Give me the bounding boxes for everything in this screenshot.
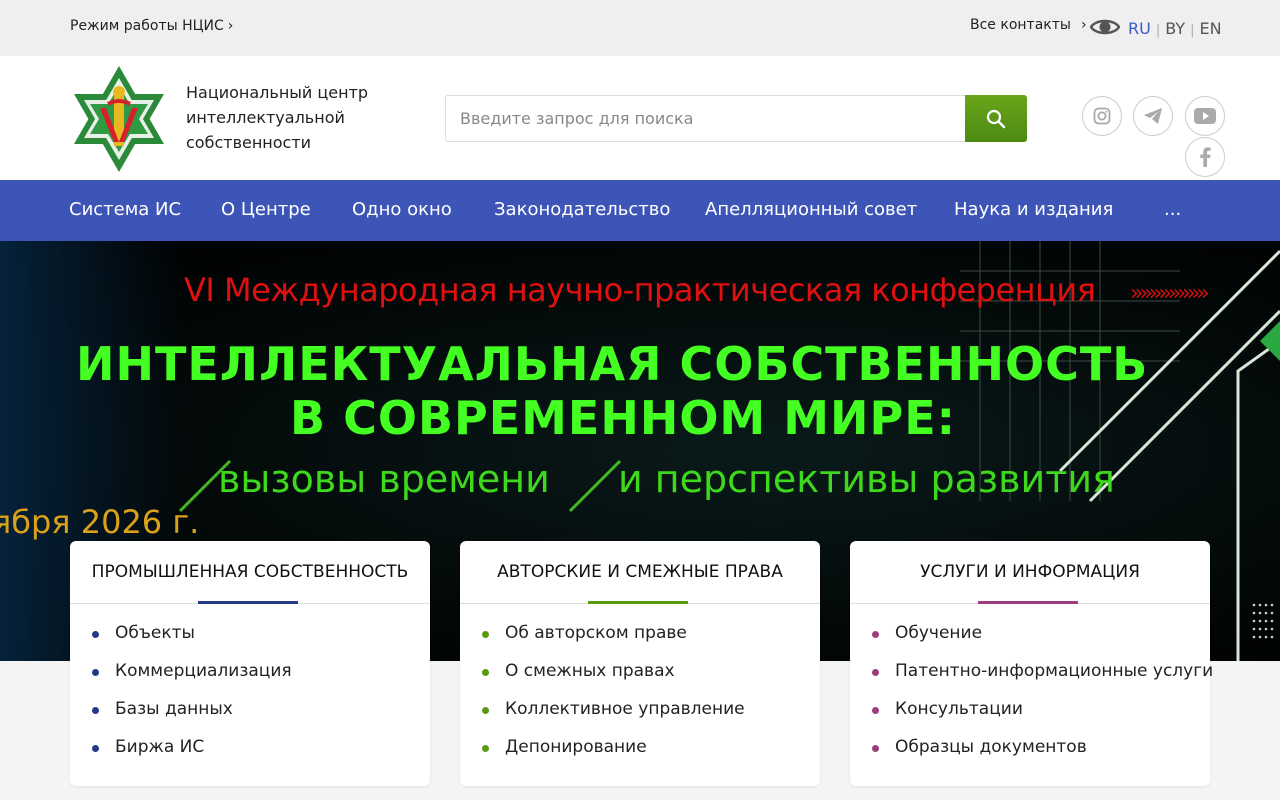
org-name: Национальный центр интеллектуальной собс…	[186, 80, 386, 155]
work-hours-link[interactable]: Режим работы НЦИС ›	[70, 18, 233, 34]
top-bar: Режим работы НЦИС › Все контакты › RU | BY | E…	[0, 0, 1280, 56]
language-switcher: RU | BY | EN	[1128, 19, 1222, 38]
banner-conference: VI Международная научно-практическая кон…	[184, 271, 1096, 309]
org-name-line: Национальный центр	[186, 83, 369, 102]
search-button[interactable]	[965, 95, 1027, 142]
banner-title-line2: В СОВРЕМЕННОМ МИРЕ:	[290, 391, 957, 445]
lang-by[interactable]: BY	[1165, 19, 1185, 38]
search-input[interactable]	[446, 96, 966, 141]
list-item-label: Образцы документов	[895, 737, 1087, 757]
chevron-right-icon: ›	[227, 18, 234, 34]
banner-dots	[1252, 603, 1274, 639]
bullet-dot	[482, 669, 489, 676]
bullet-dot	[482, 631, 489, 638]
bullet-dot	[92, 745, 99, 752]
bullet-dot	[482, 745, 489, 752]
org-name-line: собственности	[186, 133, 312, 152]
all-contacts-label: Все контакты	[970, 17, 1071, 33]
list-item-label: Объекты	[115, 623, 195, 643]
list-item[interactable]: О смежных правах	[460, 661, 745, 699]
nav-item-legislation[interactable]: Законодательство	[494, 199, 670, 220]
banner-date: ября 2026 г.	[0, 503, 200, 541]
list-item-label: Депонирование	[505, 737, 647, 757]
lang-separator: |	[1155, 23, 1161, 38]
youtube-icon	[1194, 108, 1216, 124]
list-item[interactable]: Об авторском праве	[460, 623, 745, 661]
card-title: АВТОРСКИЕ И СМЕЖНЫЕ ПРАВА	[497, 562, 783, 582]
list-item[interactable]: Депонирование	[460, 737, 745, 775]
search-icon	[986, 109, 1006, 128]
list-item-label: Консультации	[895, 699, 1023, 719]
list-item[interactable]: Патентно-информационные услуги	[850, 661, 1213, 699]
list-item[interactable]: Обучение	[850, 623, 1213, 661]
card-accent-bar	[978, 601, 1078, 604]
bullet-dot	[872, 707, 879, 714]
card-header: ПРОМЫШЛЕННАЯ СОБСТВЕННОСТЬ	[70, 541, 430, 604]
list-item[interactable]: Базы данных	[70, 699, 292, 737]
eye-icon[interactable]	[1089, 16, 1121, 38]
bullet-dot	[92, 707, 99, 714]
list-item-label: Патентно-информационные услуги	[895, 661, 1214, 681]
instagram-button[interactable]	[1082, 96, 1122, 136]
list-item[interactable]: Коллективное управление	[460, 699, 745, 737]
card-list: Обучение Патентно-информационные услуги …	[850, 623, 1213, 775]
main-navigation: Система ИС О Центре Одно окно Законодате…	[0, 180, 1280, 241]
nav-item-science[interactable]: Наука и издания	[954, 199, 1113, 220]
list-item-label: Базы данных	[115, 699, 233, 719]
card-services: УСЛУГИ И ИНФОРМАЦИЯ Обучение Патентно-ин…	[850, 541, 1213, 786]
card-accent-bar	[588, 601, 688, 604]
bullet-dot	[92, 631, 99, 638]
card-title: УСЛУГИ И ИНФОРМАЦИЯ	[920, 562, 1140, 582]
telegram-button[interactable]	[1133, 96, 1173, 136]
banner-title-line1: ИНТЕЛЛЕКТУАЛЬНАЯ СОБСТВЕННОСТЬ	[76, 337, 1149, 391]
facebook-button[interactable]	[1185, 137, 1225, 177]
site-header: Национальный центр интеллектуальной собс…	[0, 56, 1280, 180]
facebook-icon	[1200, 147, 1211, 167]
banner-subtitle-part1: вызовы времени	[218, 457, 550, 501]
bullet-dot	[872, 669, 879, 676]
nav-item-appeal-council[interactable]: Апелляционный совет	[705, 199, 917, 220]
card-list: Объекты Коммерциализация Базы данных Бир…	[70, 623, 292, 775]
card-title: ПРОМЫШЛЕННАЯ СОБСТВЕННОСТЬ	[91, 562, 409, 582]
site-logo[interactable]	[64, 64, 174, 174]
lang-separator: |	[1190, 23, 1195, 38]
chevron-right-icon: ›	[1080, 17, 1087, 33]
work-hours-label: Режим работы НЦИС	[70, 18, 224, 34]
list-item-label: Биржа ИС	[115, 737, 205, 757]
nav-item-more[interactable]: ...	[1164, 199, 1181, 220]
card-industrial-property: ПРОМЫШЛЕННАЯ СОБСТВЕННОСТЬ Объекты Комме…	[70, 541, 430, 786]
list-item-label: Об авторском праве	[505, 623, 687, 643]
card-list: Об авторском праве О смежных правах Колл…	[460, 623, 745, 775]
list-item-label: Коммерциализация	[115, 661, 292, 681]
nav-item-ip-system[interactable]: Система ИС	[69, 199, 181, 220]
list-item-label: Коллективное управление	[505, 699, 745, 719]
nav-item-one-window[interactable]: Одно окно	[352, 199, 452, 220]
youtube-button[interactable]	[1185, 96, 1225, 136]
list-item[interactable]: Образцы документов	[850, 737, 1213, 775]
bullet-dot	[92, 669, 99, 676]
all-contacts-link[interactable]: Все контакты ›	[970, 17, 1087, 33]
search-box	[445, 95, 1027, 142]
instagram-icon	[1093, 107, 1111, 125]
bullet-dot	[872, 631, 879, 638]
org-name-line: интеллектуальной	[186, 108, 345, 127]
card-header: АВТОРСКИЕ И СМЕЖНЫЕ ПРАВА	[460, 541, 820, 604]
bullet-dot	[872, 745, 879, 752]
list-item[interactable]: Объекты	[70, 623, 292, 661]
list-item[interactable]: Коммерциализация	[70, 661, 292, 699]
card-header: УСЛУГИ И ИНФОРМАЦИЯ	[850, 541, 1210, 604]
list-item-label: Обучение	[895, 623, 983, 643]
telegram-icon	[1144, 108, 1162, 124]
lang-ru[interactable]: RU	[1128, 19, 1151, 38]
list-item-label: О смежных правах	[505, 661, 675, 681]
lang-en[interactable]: EN	[1199, 19, 1221, 38]
banner-arrows: »»»»»»»»	[1130, 281, 1210, 306]
nav-item-about[interactable]: О Центре	[221, 199, 311, 220]
bullet-dot	[482, 707, 489, 714]
list-item[interactable]: Консультации	[850, 699, 1213, 737]
list-item[interactable]: Биржа ИС	[70, 737, 292, 775]
card-accent-bar	[198, 601, 298, 604]
banner-subtitle-part2: и перспективы развития	[618, 457, 1115, 501]
card-copyright: АВТОРСКИЕ И СМЕЖНЫЕ ПРАВА Об авторском п…	[460, 541, 820, 786]
